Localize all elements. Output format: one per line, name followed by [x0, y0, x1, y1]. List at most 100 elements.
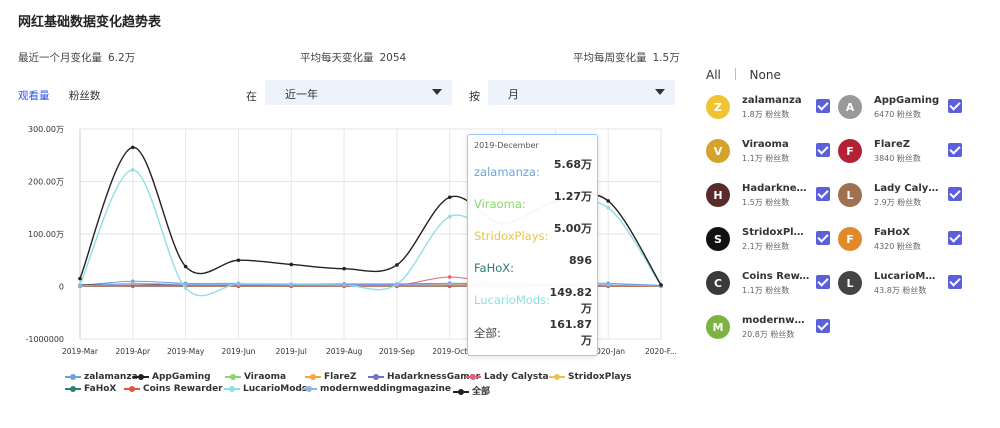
legend-label: Coins Rewarder: [143, 384, 223, 394]
influencer-card[interactable]: A AppGaming 6470 粉丝数: [838, 93, 978, 123]
influencer-card[interactable]: S StridoxPlays 2.1万 粉丝数: [706, 225, 846, 255]
tooltip-row: FaHoX: 896: [474, 253, 594, 285]
avatar: Z: [706, 95, 730, 119]
influencer-checkbox[interactable]: [816, 99, 830, 113]
y-tick-label: 0: [59, 283, 64, 292]
influencer-checkbox[interactable]: [816, 143, 830, 157]
period-label: 在: [246, 90, 257, 103]
legend-item[interactable]: Coins Rewarder: [124, 384, 223, 394]
influencer-name: StridoxPlays: [742, 227, 810, 238]
avatar: V: [706, 139, 730, 163]
data-point-total: [78, 276, 82, 281]
legend-item[interactable]: Lady Calysta: [465, 372, 549, 382]
stat-daily-average: 平均每天变化量 2054: [300, 52, 407, 64]
data-point-modernweddingmagazine: [183, 282, 188, 287]
legend-item[interactable]: StridoxPlays: [549, 372, 631, 382]
tab-views[interactable]: 观看量: [18, 90, 50, 102]
legend-marker-icon: [225, 373, 241, 381]
legend-item[interactable]: LucarioMods: [224, 384, 307, 394]
y-tick-label: 100.00万: [28, 230, 64, 239]
influencer-fans: 4320 粉丝数: [874, 242, 921, 251]
influencer-card[interactable]: L Lady Calyst... 2.9万 粉丝数: [838, 181, 978, 211]
legend-marker-icon: [453, 388, 469, 396]
select-none-button[interactable]: None: [750, 68, 781, 82]
influencer-checkbox[interactable]: [816, 275, 830, 289]
group-select-value: 月: [508, 88, 519, 101]
tooltip-row: StridoxPlays: 5.00万: [474, 221, 594, 253]
legend-label: 全部: [472, 387, 491, 397]
tooltip-row: 全部: 161.87万: [474, 317, 594, 349]
tooltip-row: LucarioMods: 149.82万: [474, 285, 594, 317]
avatar: A: [838, 95, 862, 119]
chart-tooltip: 2019-December zalamanza: 5.68万 Viraoma: 1.2…: [467, 134, 598, 356]
select-all-controls: All None: [706, 68, 781, 82]
influencer-fans: 20.8万 粉丝数: [742, 330, 795, 339]
influencer-card[interactable]: F FaHoX 4320 粉丝数: [838, 225, 978, 255]
influencer-name: LucarioMo...: [874, 271, 942, 282]
data-point-lucariomods: [447, 214, 452, 219]
influencer-checkbox[interactable]: [948, 143, 962, 157]
data-point-total: [131, 145, 135, 150]
x-tick-label: 2019-Jul: [276, 347, 307, 356]
tooltip-series-name: 全部:: [474, 326, 501, 340]
data-point-modernweddingmagazine: [236, 282, 241, 287]
influencer-card[interactable]: Mmodernwe... 20.8万 粉丝数: [706, 313, 846, 343]
data-point-total: [447, 195, 452, 200]
legend-marker-icon: [305, 373, 321, 381]
influencer-checkbox[interactable]: [948, 275, 962, 289]
y-tick-label: 300.00万: [28, 125, 64, 134]
legend-marker-icon: [301, 385, 317, 393]
avatar: L: [838, 271, 862, 295]
data-point-total: [342, 266, 346, 271]
influencer-checkbox[interactable]: [948, 99, 962, 113]
influencer-card[interactable]: V Viraoma 1.1万 粉丝数: [706, 137, 846, 167]
influencer-fans: 1.1万 粉丝数: [742, 154, 790, 163]
tooltip-series-name: zalamanza:: [474, 165, 540, 179]
legend-marker-icon: [368, 373, 384, 381]
select-all-button[interactable]: All: [706, 68, 721, 82]
influencer-checkbox[interactable]: [816, 319, 830, 333]
legend-label: modernweddingmagazine: [320, 384, 451, 394]
influencer-card[interactable]: Zzalamanza 1.8万 粉丝数: [706, 93, 846, 123]
influencer-checkbox[interactable]: [948, 187, 962, 201]
influencer-card[interactable]: L LucarioMo... 43.8万 粉丝数: [838, 269, 978, 299]
legend-label: zalamanza: [84, 372, 138, 382]
avatar: H: [706, 183, 730, 207]
legend-marker-icon: [133, 373, 149, 381]
legend-item[interactable]: Viraoma: [225, 372, 286, 382]
data-point-modernweddingmagazine: [395, 283, 399, 287]
data-point-lucariomods: [131, 168, 135, 172]
legend-item[interactable]: zalamanza: [65, 372, 138, 382]
group-select[interactable]: 月: [488, 80, 675, 105]
data-point-modernweddingmagazine: [606, 283, 610, 287]
influencer-card[interactable]: C Coins Rew... 1.1万 粉丝数: [706, 269, 846, 299]
influencer-card[interactable]: H Hadarkness... 1.5万 粉丝数: [706, 181, 846, 211]
influencer-checkbox[interactable]: [948, 231, 962, 245]
legend-label: FlareZ: [324, 372, 357, 382]
tooltip-series-name: Viraoma:: [474, 197, 526, 211]
avatar: S: [706, 227, 730, 251]
influencer-checkbox[interactable]: [816, 187, 830, 201]
legend-item[interactable]: 全部: [453, 384, 490, 397]
legend-item[interactable]: HadarknessGamer: [368, 372, 480, 382]
legend-item[interactable]: FaHoX: [65, 384, 116, 394]
tooltip-series-name: StridoxPlays:: [474, 229, 549, 243]
influencer-checkbox[interactable]: [816, 231, 830, 245]
influencer-card[interactable]: F FlareZ 3840 粉丝数: [838, 137, 978, 167]
tab-fans[interactable]: 粉丝数: [69, 90, 101, 102]
legend-item[interactable]: AppGaming: [133, 372, 211, 382]
influencer-name: Lady Calyst...: [874, 183, 942, 194]
influencer-fans: 2.9万 粉丝数: [874, 198, 922, 207]
data-point-total: [183, 264, 188, 269]
influencer-name: Coins Rew...: [742, 271, 810, 282]
legend-marker-icon: [65, 373, 81, 381]
chevron-down-icon: [432, 89, 442, 95]
tooltip-series-value: 5.00万: [553, 222, 592, 235]
data-point-total: [606, 199, 610, 203]
avatar: M: [706, 315, 730, 339]
legend-marker-icon: [549, 373, 565, 381]
legend-item[interactable]: modernweddingmagazine: [301, 384, 451, 394]
period-select[interactable]: 近一年: [265, 80, 452, 105]
x-tick-label: 2019-Sep: [379, 347, 415, 356]
legend-item[interactable]: FlareZ: [305, 372, 356, 382]
